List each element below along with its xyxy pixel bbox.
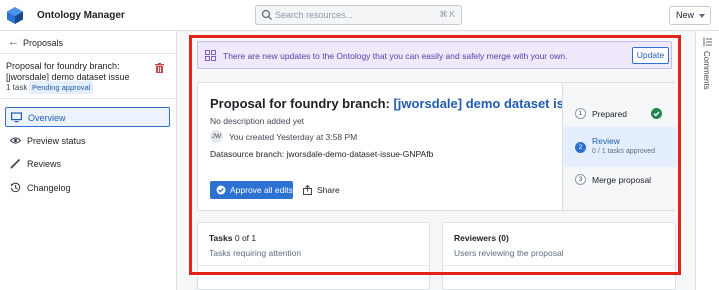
new-button-label: New <box>676 10 695 20</box>
nav-item-changelog[interactable]: Changelog <box>5 178 170 198</box>
caret-down-icon <box>699 14 705 18</box>
sidebar-divider <box>0 98 176 99</box>
ontology-logo-icon[interactable] <box>7 7 23 24</box>
sidebar: ← Proposals Proposal for foundry branch:… <box>0 31 177 290</box>
proposal-name: Proposal for foundry branch: [jworsdale]… <box>6 61 130 82</box>
nav-item-overview[interactable]: Overview <box>5 107 170 127</box>
search-icon <box>261 9 272 20</box>
trash-icon[interactable] <box>155 63 164 73</box>
nav-item-reviews[interactable]: Reviews <box>5 154 170 174</box>
task-count: 1 task <box>6 83 28 92</box>
nav-item-label: Overview <box>28 113 66 123</box>
nav-item-preview-status[interactable]: Preview status <box>5 131 170 151</box>
monitor-icon <box>11 112 22 123</box>
search-input[interactable]: Search resources... ⌘ K <box>255 5 462 25</box>
arrow-left-icon: ← <box>8 36 19 48</box>
history-icon <box>10 182 21 193</box>
comments-toggle-icon[interactable] <box>703 37 713 47</box>
back-label: Proposals <box>23 38 64 48</box>
highlight-box <box>189 35 681 275</box>
nav-item-label: Preview status <box>27 136 86 146</box>
comments-rail[interactable]: Comments <box>695 31 719 290</box>
eye-icon <box>10 137 21 144</box>
search-shortcut: ⌘ K <box>439 10 455 19</box>
search-placeholder: Search resources... <box>275 10 354 20</box>
pencil-icon <box>10 158 21 169</box>
back-to-proposals-link[interactable]: ← Proposals <box>0 31 176 54</box>
top-bar: Ontology Manager Search resources... ⌘ K… <box>0 0 719 31</box>
nav-item-label: Reviews <box>27 159 62 169</box>
app-title: Ontology Manager <box>37 10 125 21</box>
new-button[interactable]: New <box>669 6 711 25</box>
status-badge: Pending approval <box>29 81 94 94</box>
nav-item-label: Changelog <box>27 183 71 193</box>
comments-label: Comments <box>702 51 711 90</box>
